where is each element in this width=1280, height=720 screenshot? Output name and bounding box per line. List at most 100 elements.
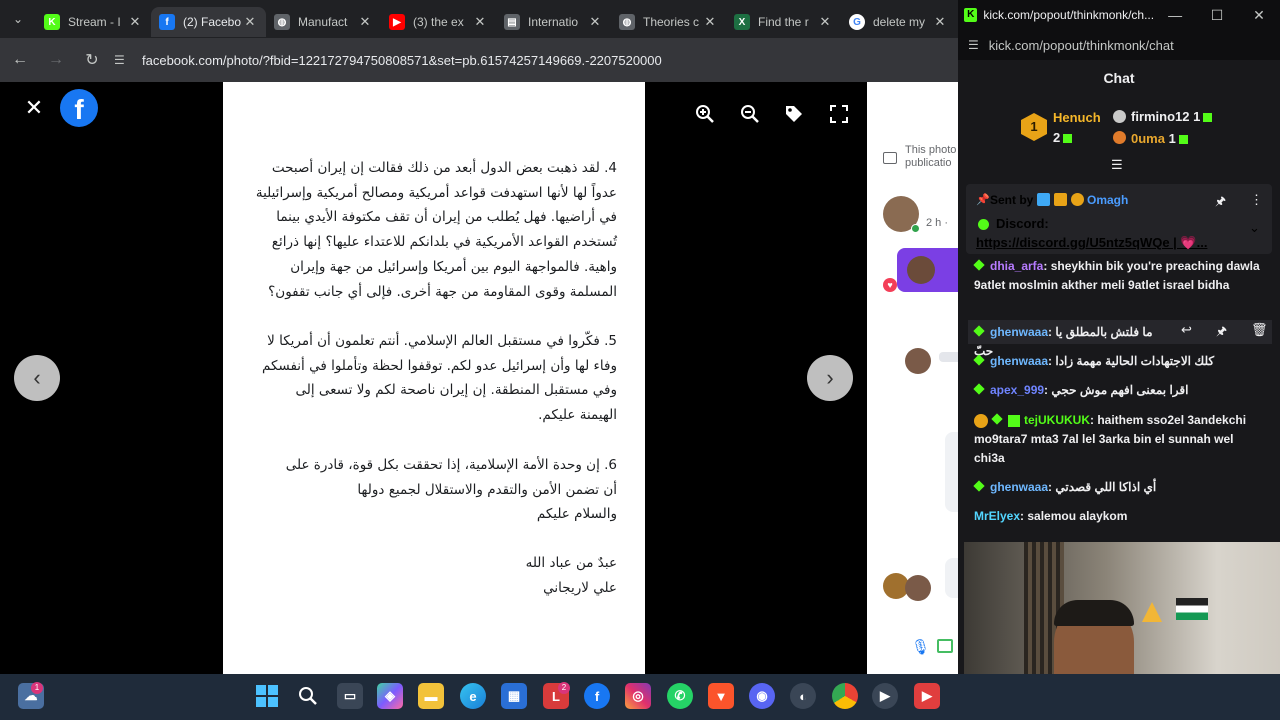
pinned-message: 📌 Sent by Omagh 🖈 ⋮ Discord: https://dis…	[966, 184, 1272, 254]
unpin-icon[interactable]: 🖈	[1215, 192, 1226, 213]
collapse-leaderboard-icon[interactable]: ☰	[1111, 157, 1123, 173]
leader-3-name: 0uma	[1131, 131, 1165, 146]
close-tab-icon[interactable]: ✕	[472, 14, 488, 30]
close-tab-icon[interactable]: ✕	[242, 14, 258, 30]
brave-icon[interactable]: ▼	[708, 683, 734, 709]
badge-icon	[1037, 193, 1050, 206]
obs-icon[interactable]: ◐	[790, 683, 816, 709]
sub-badge-icon	[973, 383, 985, 395]
pin-message-icon[interactable]: 🖈	[1216, 322, 1227, 343]
facebook-taskbar-icon[interactable]: f	[584, 683, 610, 709]
close-tab-icon[interactable]: ✕	[932, 14, 948, 30]
previous-photo-button[interactable]: ‹	[14, 355, 60, 401]
browser-tab[interactable]: ◍ Theories c ✕	[611, 7, 726, 37]
browser-tab[interactable]: ▤ Internatio ✕	[496, 7, 611, 37]
windows-start-icon[interactable]	[254, 683, 280, 709]
tab-search-chevron-icon[interactable]: ⌄	[0, 0, 36, 38]
site-settings-icon[interactable]: ☰	[114, 53, 136, 67]
m365-icon[interactable]: ◈	[377, 683, 403, 709]
comment-avatar[interactable]	[905, 575, 931, 601]
tab-title: Internatio	[528, 15, 579, 29]
popout-address-bar: ☰ kick.com/popout/thinkmonk/chat	[958, 30, 1280, 60]
chat-username[interactable]: apex_999	[990, 383, 1044, 397]
discord-link[interactable]: https://discord.gg/U5ntz5qWQe | 💗...	[976, 235, 1207, 251]
maximize-icon[interactable]: ☐	[1196, 7, 1238, 24]
sub-gift-icon	[1178, 135, 1188, 145]
chat-message: ghenwaaa: أي اذاكا اللي قصدتي	[973, 478, 1264, 497]
close-tab-icon[interactable]: ✕	[817, 14, 833, 30]
next-photo-button[interactable]: ›	[807, 355, 853, 401]
tab-title: Theories c	[643, 15, 700, 29]
leader-1-name[interactable]: Henuch	[1053, 110, 1101, 125]
close-icon[interactable]: ✕	[22, 96, 46, 120]
browser-tab[interactable]: f (2) Facebo ✕	[151, 7, 266, 37]
pinned-sent-by: Sent by	[990, 193, 1034, 207]
comment-bubble	[939, 352, 958, 362]
chat-text: أي اذاكا اللي قصدتي	[1055, 480, 1157, 494]
chat-username[interactable]: ghenwaaa	[990, 354, 1048, 368]
facebook-logo-icon[interactable]: f	[60, 89, 98, 127]
excel-icon: X	[734, 14, 750, 30]
whatsapp-icon[interactable]: ✆	[667, 683, 693, 709]
fullscreen-icon[interactable]	[823, 98, 855, 130]
chat-username[interactable]: ghenwaaa	[990, 480, 1048, 494]
chat-message: tejUKUKUK: haithem sso2el 3andekchi mo9t…	[974, 413, 1247, 465]
url-field[interactable]: ☰ facebook.com/photo/?fbid=1221727947508…	[114, 45, 958, 75]
chrome-icon[interactable]	[832, 683, 858, 709]
delete-icon[interactable]: 🗑	[1251, 322, 1268, 338]
browser-tab[interactable]: ▶ (3) the ex ✕	[381, 7, 496, 37]
file-explorer-icon[interactable]: ▬	[418, 683, 444, 709]
recorder-icon[interactable]: ▶	[914, 683, 940, 709]
browser-tab[interactable]: ◍ Manufact ✕	[266, 7, 381, 37]
leader-2[interactable]: firmino12 1	[1131, 109, 1213, 124]
task-view-icon[interactable]: ▭	[337, 683, 363, 709]
info-icon	[883, 152, 897, 164]
image-upload-icon[interactable]	[937, 639, 953, 653]
reload-icon[interactable]: ↻	[76, 44, 108, 76]
chat-username[interactable]: ghenwaaa	[990, 325, 1048, 339]
back-arrow-icon[interactable]: ←	[4, 44, 36, 76]
sub-badge-icon	[973, 325, 985, 337]
pinned-username[interactable]: Omagh	[1087, 193, 1128, 207]
heart-icon: ♥	[883, 278, 897, 292]
kick-icon: K	[44, 14, 60, 30]
green-heart-icon	[978, 219, 989, 230]
reply-icon[interactable]: ↩	[1181, 322, 1192, 338]
media-player-icon[interactable]: ▶	[872, 683, 898, 709]
leader-3-count: 1	[1168, 131, 1176, 146]
leader-3[interactable]: 0uma 1	[1131, 131, 1188, 146]
store-icon[interactable]: ▦	[501, 683, 527, 709]
chat-username[interactable]: MrElyex	[974, 509, 1020, 523]
browser-tab[interactable]: K Stream - I ✕	[36, 7, 151, 37]
discord-icon[interactable]: ◉	[749, 683, 775, 709]
chat-username[interactable]: dhia_arfa	[990, 259, 1043, 273]
expand-chevron-icon[interactable]: ⌄	[1249, 220, 1260, 236]
instagram-icon[interactable]: ◎	[625, 683, 651, 709]
close-tab-icon[interactable]: ✕	[127, 14, 143, 30]
close-tab-icon[interactable]: ✕	[702, 14, 718, 30]
search-icon[interactable]	[295, 683, 321, 709]
tag-icon[interactable]	[778, 98, 810, 130]
forward-arrow-icon[interactable]: →	[40, 44, 72, 76]
comment-avatar[interactable]	[905, 348, 931, 374]
zoom-in-icon[interactable]	[689, 98, 721, 130]
more-options-icon[interactable]: ⋮	[1250, 192, 1263, 208]
close-window-icon[interactable]: ✕	[1238, 7, 1280, 24]
address-toolbar: ← → ↻ ☰ facebook.com/photo/?fbid=1221727…	[0, 38, 958, 82]
zoom-out-icon[interactable]	[734, 98, 766, 130]
webcam-overlay	[964, 542, 1280, 674]
tab-title: Stream - I	[68, 15, 121, 29]
close-tab-icon[interactable]: ✕	[357, 14, 373, 30]
tab-title: (3) the ex	[413, 15, 464, 29]
tab-title: Manufact	[298, 15, 348, 29]
browser-tab[interactable]: Gdelete my ✕	[841, 7, 956, 37]
close-tab-icon[interactable]: ✕	[587, 14, 603, 30]
browser-tab[interactable]: X Find the r ✕	[726, 7, 841, 37]
crown-badge-icon	[1054, 193, 1067, 206]
minimize-icon[interactable]: —	[1154, 7, 1196, 23]
edge-icon[interactable]: e	[460, 683, 486, 709]
post-side-panel: This photo publicatio 2 h · ♥ 🎙	[867, 82, 958, 674]
microphone-icon[interactable]: 🎙	[911, 638, 930, 656]
chat-username[interactable]: tejUKUKUK	[1024, 413, 1090, 427]
site-settings-icon[interactable]: ☰	[968, 38, 979, 52]
